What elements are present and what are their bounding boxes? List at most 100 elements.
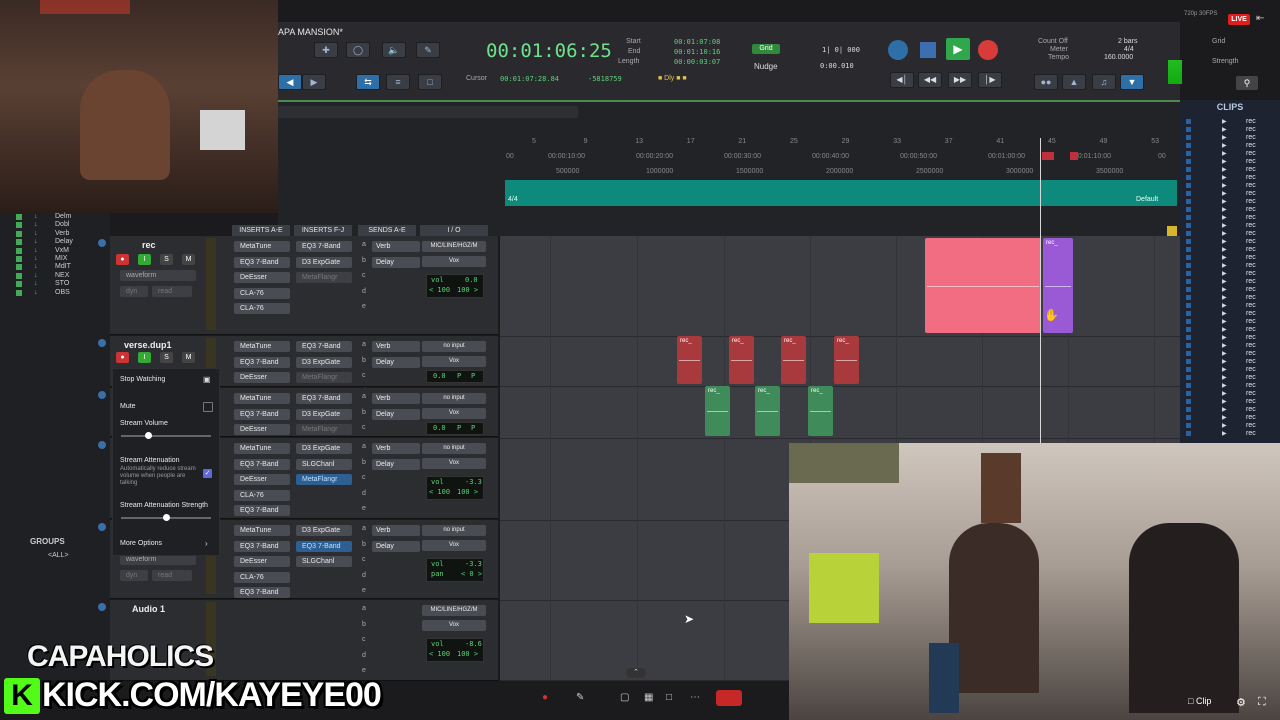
clip-list-item[interactable]: rec xyxy=(1246,406,1280,414)
insert-slot[interactable]: D3 ExpGate xyxy=(296,525,352,536)
clip-list-item[interactable]: rec xyxy=(1246,318,1280,326)
clip-list-item[interactable]: rec xyxy=(1246,398,1280,406)
input-selector[interactable]: no input xyxy=(422,525,486,536)
pencil-icon[interactable]: ✎ xyxy=(416,42,440,58)
clip-list-item[interactable]: rec xyxy=(1246,334,1280,342)
send-slot[interactable]: Delay xyxy=(372,458,420,470)
mute-button[interactable]: M xyxy=(182,352,195,363)
memory-location-item[interactable]: VxM xyxy=(55,247,69,254)
memory-location-item[interactable]: Dobl xyxy=(55,221,69,228)
ffwd-button[interactable]: ▶▶ xyxy=(948,72,972,88)
bars-ruler[interactable]: 5 9 13 17 21 25 29 33 37 41 45 49 53 xyxy=(506,138,1172,150)
send-slot[interactable]: Verb xyxy=(372,341,420,352)
insert-slot[interactable]: EQ3 7-Band xyxy=(296,241,352,252)
clip-list-item[interactable]: rec xyxy=(1246,430,1280,438)
insert-slot[interactable]: EQ3 7-Band xyxy=(234,587,290,598)
playlist-selector[interactable]: dyn xyxy=(120,286,148,297)
nudge-label[interactable]: Nudge xyxy=(754,62,778,71)
memory-location-item[interactable]: STO xyxy=(55,280,69,287)
insert-slot[interactable]: SLGChanl xyxy=(296,458,352,470)
clip-list-item[interactable]: rec xyxy=(1246,230,1280,238)
clip-list-item[interactable]: rec xyxy=(1246,206,1280,214)
input-selector[interactable]: MIC/LINE/HGZ/M xyxy=(422,605,486,616)
clip-list-item[interactable]: rec xyxy=(1246,270,1280,278)
memory-location-item[interactable]: OBS xyxy=(55,289,70,296)
insert-slot[interactable]: MetaFlangr xyxy=(296,424,352,435)
input-selector[interactable]: no input xyxy=(422,341,486,352)
link-icon[interactable]: ⇆ xyxy=(356,74,380,90)
automation-mode-selector[interactable]: read xyxy=(152,286,192,297)
output-selector[interactable]: Vox xyxy=(422,620,486,631)
samples-ruler[interactable]: 500000 1000000 1500000 2000000 2500000 300000… xyxy=(506,168,1172,180)
share-icon[interactable]: □ xyxy=(666,692,672,703)
end-button[interactable]: │▶ xyxy=(978,72,1002,88)
clip-list-item[interactable]: rec xyxy=(1246,166,1280,174)
clip-list-item[interactable]: rec xyxy=(1246,358,1280,366)
output-selector[interactable]: Vox xyxy=(422,408,486,419)
insert-slot[interactable]: MetaTune xyxy=(234,241,290,252)
clip-list-item[interactable]: rec xyxy=(1246,126,1280,134)
insert-slot[interactable]: DeEsser xyxy=(234,272,290,283)
volume-display[interactable]: 0.0 P P xyxy=(426,422,484,435)
clip-list-item[interactable]: rec xyxy=(1246,150,1280,158)
clip-list-item[interactable]: rec xyxy=(1246,326,1280,334)
clip-list-item[interactable]: rec xyxy=(1246,198,1280,206)
settings-gear-icon[interactable]: ⚙ xyxy=(1236,696,1246,709)
stop-watching-item[interactable]: Stop Watching xyxy=(120,376,165,383)
clip-list-item[interactable]: rec xyxy=(1246,286,1280,294)
memory-location-item[interactable]: Verb xyxy=(55,230,69,237)
grid-value[interactable]: 1| 0| 000 xyxy=(822,46,860,54)
clip-list-item[interactable]: rec xyxy=(1246,158,1280,166)
audio-clip[interactable]: rec_ xyxy=(834,336,859,384)
window-icon[interactable]: □ xyxy=(418,74,442,90)
clip-list-item[interactable]: rec xyxy=(1246,222,1280,230)
slider-knob[interactable] xyxy=(145,432,152,439)
insert-slot[interactable]: D3 ExpGate xyxy=(296,408,352,420)
insert-slot[interactable]: EQ3 7-Band xyxy=(296,393,352,404)
clip-list-item[interactable]: rec xyxy=(1246,422,1280,430)
insert-slot[interactable]: MetaTune xyxy=(234,443,290,454)
clip-list-item[interactable]: rec xyxy=(1246,414,1280,422)
audio-clip[interactable]: rec_ xyxy=(781,336,806,384)
insert-slot[interactable]: EQ3 7-Band xyxy=(234,408,290,420)
insert-slot[interactable]: EQ3 7-Band xyxy=(234,256,290,268)
grid-small-icon[interactable]: ▦ xyxy=(644,692,653,703)
length-value[interactable]: 00:00:03:07 xyxy=(674,58,720,66)
stop-button[interactable] xyxy=(920,42,936,58)
loop-start-marker[interactable] xyxy=(1042,152,1054,160)
more-icon[interactable]: ⋯ xyxy=(690,692,700,703)
output-selector[interactable]: Vox xyxy=(422,458,486,469)
audio-clip[interactable]: rec_ xyxy=(755,386,780,436)
merge-icon[interactable]: ▼ xyxy=(1120,74,1144,90)
insert-slot[interactable]: DeEsser xyxy=(234,372,290,383)
memory-location-item[interactable]: MIX xyxy=(55,255,67,262)
insert-slot[interactable]: EQ3 7-Band xyxy=(296,540,352,552)
output-selector[interactable]: Vox xyxy=(422,540,486,551)
clip-list-item[interactable]: rec xyxy=(1246,278,1280,286)
send-slot[interactable]: Verb xyxy=(372,241,420,252)
meter-value[interactable]: 4/4 xyxy=(1124,46,1134,53)
insert-slot[interactable]: MetaFlangr xyxy=(296,372,352,383)
end-value[interactable]: 00:01:10:16 xyxy=(674,48,720,56)
more-options-item[interactable]: More Options xyxy=(120,540,162,547)
zoom-toggle-icon[interactable] xyxy=(1167,226,1177,236)
speaker-icon[interactable]: 🔈 xyxy=(382,42,406,58)
input-monitor-button[interactable]: I xyxy=(138,254,151,265)
send-slot[interactable]: Verb xyxy=(372,443,420,454)
playhead[interactable] xyxy=(1040,138,1041,444)
insert-slot[interactable]: MetaFlangr xyxy=(296,474,352,485)
exit-icon[interactable]: ⇤ xyxy=(1256,13,1264,24)
audio-clip[interactable]: rec_ xyxy=(677,336,702,384)
audio-clip[interactable] xyxy=(925,238,1041,333)
record-enable-button[interactable]: ● xyxy=(116,352,129,363)
metronome-icon[interactable]: ▲ xyxy=(1062,74,1086,90)
slider-knob[interactable] xyxy=(163,514,170,521)
leave-button[interactable] xyxy=(716,690,742,706)
zoom-icon[interactable]: ✚ xyxy=(314,42,338,58)
output-selector[interactable]: Vox xyxy=(422,356,486,367)
solo-button[interactable]: S xyxy=(160,352,173,363)
clip-list-item[interactable]: rec xyxy=(1246,174,1280,182)
memory-location-item[interactable]: NEX xyxy=(55,272,69,279)
fullscreen-icon[interactable]: ⛶ xyxy=(1258,696,1266,709)
clip-list-item[interactable]: rec xyxy=(1246,246,1280,254)
